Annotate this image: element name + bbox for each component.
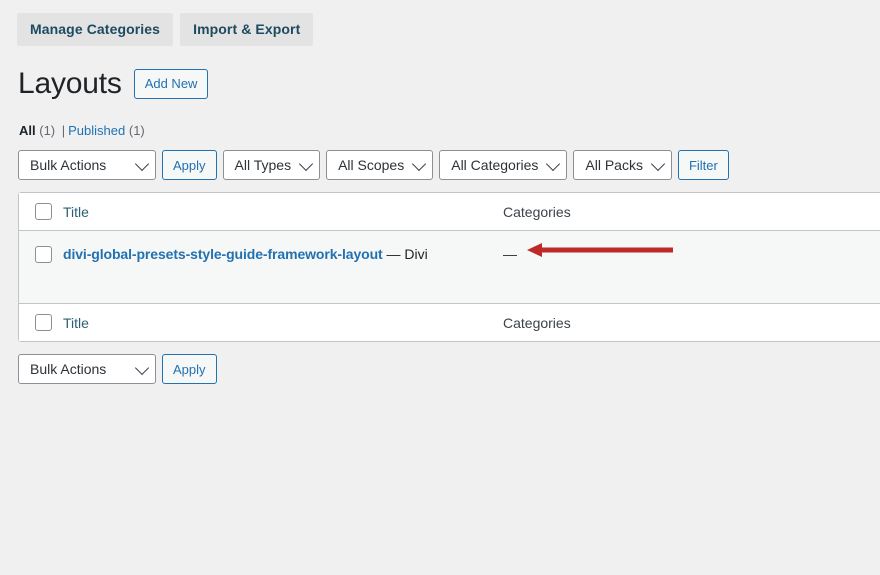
column-footer-categories-label: Categories <box>503 315 571 331</box>
status-separator: | <box>59 123 68 138</box>
column-header-categories: Categories <box>501 204 880 220</box>
tab-import-export[interactable]: Import & Export <box>180 13 313 46</box>
select-all-cell <box>19 203 63 220</box>
status-count-all: (1) <box>36 123 59 138</box>
chevron-down-icon <box>412 157 426 171</box>
table-footer-row: Title Categories <box>19 303 880 341</box>
bulk-actions-select-top-value: Bulk Actions <box>30 157 106 173</box>
chevron-down-icon <box>651 157 665 171</box>
select-all-cell-bottom <box>19 314 63 331</box>
row-checkbox[interactable] <box>35 246 52 263</box>
types-filter-select[interactable]: All Types <box>223 150 321 180</box>
bulk-actions-select-top[interactable]: Bulk Actions <box>18 150 156 180</box>
tab-bar: Manage Categories Import & Export <box>17 13 313 46</box>
column-footer-title-label: Title <box>63 315 89 331</box>
chevron-down-icon <box>135 157 149 171</box>
categories-filter-select[interactable]: All Categories <box>439 150 567 180</box>
chevron-down-icon <box>135 361 149 375</box>
tablenav-bottom: Bulk Actions Apply <box>18 354 217 384</box>
add-new-button[interactable]: Add New <box>134 69 209 99</box>
column-header-title[interactable]: Title <box>63 204 501 220</box>
row-categories-cell: — <box>501 246 880 262</box>
status-filter-links: All (1) |Published (1) <box>19 121 145 142</box>
tablenav-top: Bulk Actions Apply All Types All Scopes … <box>18 150 729 180</box>
status-link-published[interactable]: Published <box>68 123 125 138</box>
select-all-checkbox-top[interactable] <box>35 203 52 220</box>
filter-button[interactable]: Filter <box>678 150 729 180</box>
packs-filter-value: All Packs <box>585 157 643 173</box>
select-all-checkbox-bottom[interactable] <box>35 314 52 331</box>
page-title: Layouts <box>18 66 134 102</box>
table-header-row: Title Categories <box>19 193 880 231</box>
table-row: divi-global-presets-style-guide-framewor… <box>19 231 880 303</box>
row-title-link[interactable]: divi-global-presets-style-guide-framewor… <box>63 246 383 262</box>
row-select-cell <box>19 246 63 263</box>
column-footer-title[interactable]: Title <box>63 315 501 331</box>
categories-filter-value: All Categories <box>451 157 538 173</box>
page-title-row: Layouts Add New <box>18 66 208 102</box>
column-header-title-label: Title <box>63 204 89 220</box>
bulk-actions-select-bottom[interactable]: Bulk Actions <box>18 354 156 384</box>
status-link-all[interactable]: All <box>19 123 36 138</box>
bulk-actions-select-bottom-value: Bulk Actions <box>30 361 106 377</box>
status-count-published: (1) <box>125 123 145 138</box>
tab-manage-categories[interactable]: Manage Categories <box>17 13 173 46</box>
chevron-down-icon <box>299 157 313 171</box>
row-title-cell: divi-global-presets-style-guide-framewor… <box>63 246 501 262</box>
layouts-table: Title Categories divi-global-presets-sty… <box>18 192 880 342</box>
scopes-filter-select[interactable]: All Scopes <box>326 150 433 180</box>
packs-filter-select[interactable]: All Packs <box>573 150 672 180</box>
types-filter-value: All Types <box>235 157 292 173</box>
row-title-suffix: — Divi <box>386 246 427 262</box>
apply-button-top[interactable]: Apply <box>162 150 217 180</box>
chevron-down-icon <box>546 157 560 171</box>
column-footer-categories: Categories <box>501 315 880 331</box>
scopes-filter-value: All Scopes <box>338 157 404 173</box>
column-header-categories-label: Categories <box>503 204 571 220</box>
apply-button-bottom[interactable]: Apply <box>162 354 217 384</box>
row-categories-value: — <box>503 246 517 262</box>
